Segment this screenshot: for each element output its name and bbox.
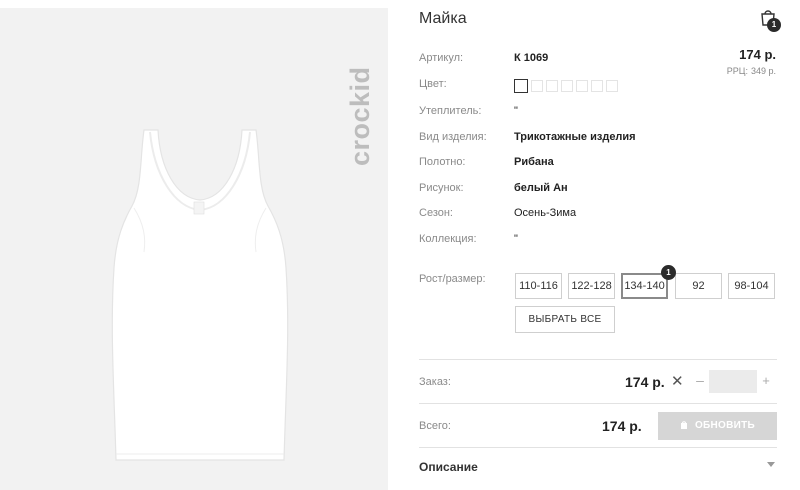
attr-label-product-type: Вид изделия: <box>419 131 487 143</box>
quantity-decrease-button[interactable]: – <box>694 372 706 388</box>
product-photo-tank-top <box>100 128 300 468</box>
size-option-selected[interactable]: 134-140 <box>621 273 668 299</box>
cart-button[interactable]: 1 <box>757 7 783 33</box>
attr-value-product-type: Трикотажные изделия <box>514 131 636 143</box>
update-cart-button[interactable]: ОБНОВИТЬ <box>658 412 777 440</box>
size-quantity-badge: 1 <box>661 265 676 280</box>
attr-value-fabric: Рибана <box>514 156 554 168</box>
product-price: 174 р. <box>739 47 776 62</box>
brand-logo-mark: crockid <box>345 66 375 166</box>
divider <box>419 359 777 360</box>
color-swatch[interactable] <box>606 80 618 92</box>
brand-logo-text: crockid <box>345 66 375 166</box>
color-swatch[interactable] <box>514 79 528 93</box>
color-swatch[interactable] <box>576 80 588 92</box>
chevron-down-icon[interactable] <box>767 462 775 467</box>
cart-icon <box>680 421 687 429</box>
product-title: Майка <box>419 10 467 27</box>
attr-label-pattern: Рисунок: <box>419 182 464 194</box>
size-option[interactable]: 98-104 <box>728 273 775 299</box>
color-swatch[interactable] <box>546 80 558 92</box>
size-option[interactable]: 110-116 <box>515 273 562 299</box>
divider <box>419 403 777 404</box>
quantity-input[interactable] <box>709 370 757 393</box>
rrp-price: РРЦ: 349 р. <box>724 66 776 76</box>
brand-logo: crockid <box>333 30 388 170</box>
attr-label-collection: Коллекция: <box>419 233 477 245</box>
size-option[interactable]: 122-128 <box>568 273 615 299</box>
color-swatch[interactable] <box>531 80 543 92</box>
total-label: Всего: <box>419 420 451 432</box>
size-label: Рост/размер: <box>419 273 486 285</box>
select-all-button[interactable]: ВЫБРАТЬ ВСЕ <box>515 306 615 333</box>
attr-label-season: Сезон: <box>419 207 453 219</box>
size-option[interactable]: 92 <box>675 273 722 299</box>
update-button-label: ОБНОВИТЬ <box>694 420 756 431</box>
attr-label-insulation: Утеплитель: <box>419 105 482 117</box>
quantity-increase-button[interactable]: + <box>760 373 772 388</box>
divider <box>419 447 777 448</box>
attr-value-insulation: " <box>514 105 518 117</box>
description-toggle[interactable]: Описание <box>419 460 478 474</box>
attr-label-fabric: Полотно: <box>419 156 466 168</box>
cart-count-badge: 1 <box>767 18 781 32</box>
times-icon: ✕ <box>671 373 684 390</box>
attr-value-pattern: белый Ан <box>514 182 568 194</box>
rrp-value: 349 р. <box>750 66 776 76</box>
rrp-label: РРЦ: <box>726 66 748 76</box>
color-swatch[interactable] <box>591 80 603 92</box>
attr-label-article: Артикул: <box>419 52 464 64</box>
attr-value-season: Осень-Зима <box>514 207 577 219</box>
attr-value-collection: " <box>514 233 518 245</box>
product-image-panel: crockid <box>0 8 388 490</box>
attr-label-color: Цвет: <box>419 78 447 90</box>
order-label: Заказ: <box>419 376 451 388</box>
attr-value-article: К 1069 <box>514 52 549 64</box>
total-price: 174 р. <box>602 418 642 434</box>
color-swatch[interactable] <box>561 80 573 92</box>
order-price: 174 р. <box>625 374 665 390</box>
